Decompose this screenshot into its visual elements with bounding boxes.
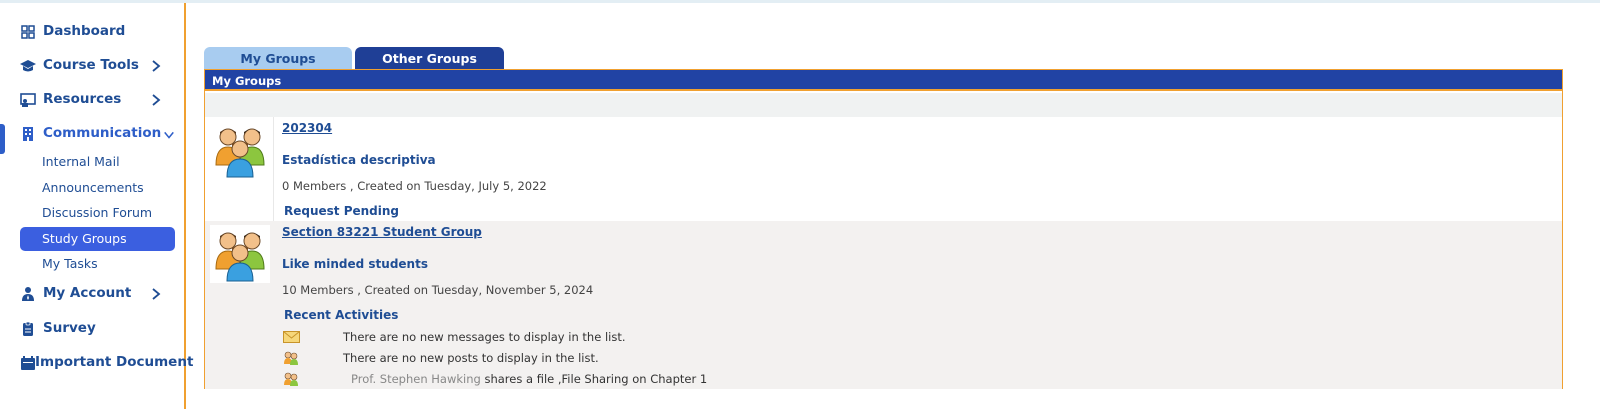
activity-text: There are no new messages to display in … (343, 330, 626, 344)
envelope-icon (283, 331, 300, 343)
top-border (0, 0, 1600, 3)
subitem-label: My Tasks (42, 256, 98, 271)
chevron-right-icon (152, 60, 161, 72)
sidebar-subitem-my-tasks[interactable]: My Tasks (20, 252, 175, 276)
building-icon (23, 127, 33, 141)
chevron-right-icon (152, 94, 161, 106)
sidebar-item-label: Communication (43, 125, 162, 141)
group-row: Section 83221 Student Group Like minded … (205, 221, 1562, 389)
tab-other-groups[interactable]: Other Groups (355, 47, 504, 69)
group-row: 202304 Estadística descriptiva 0 Members… (205, 117, 1562, 221)
people-group-icon (215, 128, 265, 178)
group-description: Like minded students (282, 257, 428, 271)
activity-author[interactable]: Prof. Stephen Hawking (351, 372, 481, 386)
grid-icon (21, 25, 35, 39)
group-avatar (210, 225, 270, 283)
sidebar-item-label: Resources (43, 91, 122, 107)
sidebar-item-label: Dashboard (43, 23, 126, 39)
sidebar-subitem-announcements[interactable]: Announcements (20, 176, 175, 200)
group-meta: 10 Members , Created on Tuesday, Novembe… (282, 283, 594, 297)
people-group-icon (215, 232, 265, 282)
presentation-icon (20, 93, 36, 107)
sidebar-item-label: My Account (43, 285, 132, 301)
clipboard-icon (23, 321, 33, 336)
sidebar-item-communication[interactable]: Communication (0, 119, 184, 149)
people-icon (284, 372, 298, 386)
activity-detail: shares a file ,File Sharing on Chapter 1 (480, 372, 708, 386)
activity-item: There are no new posts to display in the… (283, 350, 883, 368)
activity-item: Prof. Stephen Hawking shares a file ,Fil… (283, 371, 883, 389)
subitem-label: Announcements (42, 180, 144, 195)
subitem-label: Internal Mail (42, 154, 120, 169)
panel-title: My Groups (205, 70, 1562, 91)
sidebar-item-my-account[interactable]: My Account (0, 279, 184, 309)
sidebar-item-label: Course Tools (43, 57, 139, 73)
activity-text: Prof. Stephen Hawking shares a file ,Fil… (351, 372, 707, 386)
sidebar-item-survey[interactable]: Survey (0, 314, 184, 344)
sidebar-item-important-document[interactable]: Important Document (0, 348, 193, 378)
group-avatar (210, 121, 270, 179)
group-description: Estadística descriptiva (282, 153, 436, 167)
sidebar-subitem-study-groups[interactable]: Study Groups (20, 227, 175, 251)
graduation-cap-icon (20, 60, 36, 72)
chevron-down-icon (164, 131, 174, 139)
sidebar-item-label: Survey (43, 320, 96, 336)
user-tie-icon (22, 287, 34, 301)
tab-my-groups[interactable]: My Groups (204, 47, 352, 69)
calendar-icon (21, 356, 35, 370)
activity-text: There are no new posts to display in the… (343, 351, 599, 365)
people-icon (284, 351, 298, 365)
group-name-link[interactable]: Section 83221 Student Group (282, 225, 482, 239)
group-status: Request Pending (284, 204, 400, 218)
sidebar-item-resources[interactable]: Resources (0, 85, 184, 115)
activity-item: There are no new messages to display in … (283, 329, 883, 347)
sidebar-subitem-internal-mail[interactable]: Internal Mail (20, 150, 175, 174)
sidebar-item-course-tools[interactable]: Course Tools (0, 51, 184, 81)
sidebar-subitem-discussion-forum[interactable]: Discussion Forum (20, 201, 175, 225)
chevron-right-icon (152, 288, 161, 300)
subitem-label: Study Groups (42, 231, 127, 246)
column-divider (273, 117, 274, 221)
group-name-link[interactable]: 202304 (282, 121, 332, 135)
panel-toolbar-strip (205, 93, 1562, 117)
recent-activities-heading: Recent Activities (284, 308, 399, 322)
sidebar-item-label: Important Document (35, 354, 194, 370)
sidebar: Dashboard Course Tools Resources Communi… (0, 3, 193, 409)
groups-panel: My Groups 202304 Estadística descriptiva… (204, 69, 1563, 389)
sidebar-item-dashboard[interactable]: Dashboard (0, 17, 184, 47)
subitem-label: Discussion Forum (42, 205, 153, 220)
group-meta: 0 Members , Created on Tuesday, July 5, … (282, 179, 547, 193)
